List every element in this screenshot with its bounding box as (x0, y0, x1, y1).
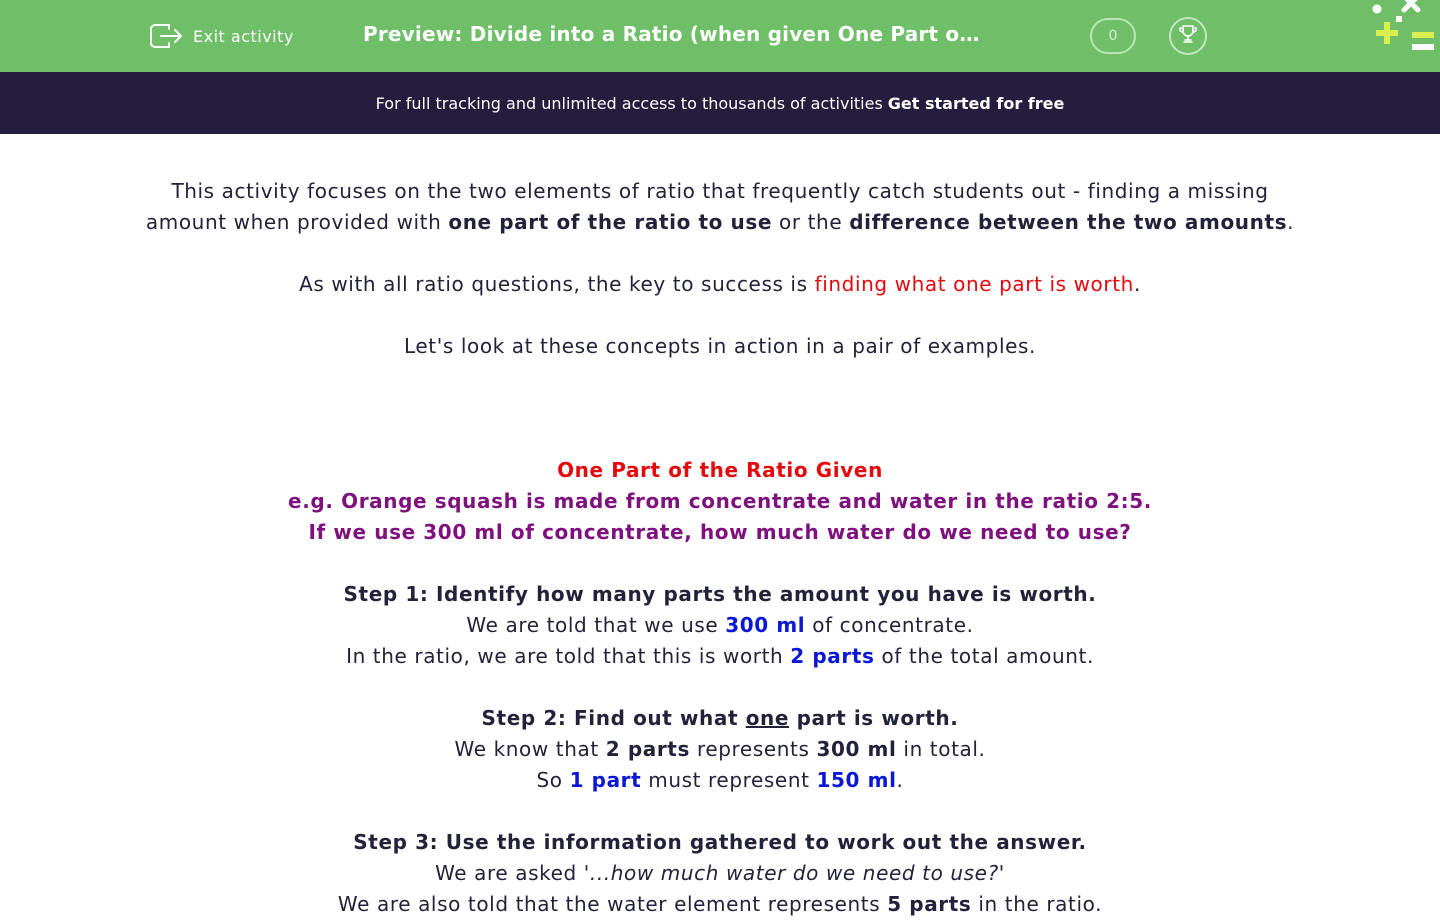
intro-line-1: This activity focuses on the two element… (171, 179, 1269, 203)
promo-text: For full tracking and unlimited access t… (375, 93, 883, 113)
step-1-line-1: We are told that we use 300 ml of concen… (466, 613, 974, 637)
get-started-link[interactable]: Get started for free (888, 94, 1065, 113)
step-1-line-2: In the ratio, we are told that this is w… (346, 644, 1094, 668)
step-3-line-1: We are asked '...how much water do we ne… (435, 861, 1005, 885)
trophy-button[interactable] (1169, 17, 1207, 55)
step-3-line-2: We are also told that the water element … (337, 892, 1103, 916)
top-bar: Exit activity Preview: Divide into a Rat… (0, 0, 1440, 72)
step-2-title: Step 2: Find out what one part is worth. (481, 706, 959, 730)
step-3-title: Step 3: Use the information gathered to … (353, 830, 1087, 854)
trophy-icon (1177, 23, 1199, 49)
step-1-title: Step 1: Identify how many parts the amou… (343, 582, 1097, 606)
example-question-line-2: If we use 300 ml of concentrate, how muc… (308, 520, 1132, 544)
intro-examples-line: Let's look at these concepts in action i… (404, 334, 1036, 358)
score-counter: 0 (1090, 18, 1136, 54)
exit-activity-button[interactable]: Exit activity (149, 20, 294, 52)
example-heading: One Part of the Ratio Given (557, 458, 883, 482)
example-question-line-1: e.g. Orange squash is made from concentr… (288, 489, 1152, 513)
activity-title: Preview: Divide into a Ratio (when given… (363, 22, 983, 46)
exit-icon (149, 21, 183, 51)
promo-banner: For full tracking and unlimited access t… (0, 72, 1440, 134)
intro-key-point: As with all ratio questions, the key to … (299, 272, 1141, 296)
activity-content: This activity focuses on the two element… (0, 176, 1440, 920)
intro-line-2: amount when provided with one part of th… (145, 210, 1295, 234)
step-2-line-2: So 1 part must represent 150 ml. (536, 768, 904, 792)
logo-icon (1366, 0, 1440, 56)
exit-activity-label: Exit activity (193, 26, 294, 46)
step-2-line-1: We know that 2 parts represents 300 ml i… (454, 737, 986, 761)
